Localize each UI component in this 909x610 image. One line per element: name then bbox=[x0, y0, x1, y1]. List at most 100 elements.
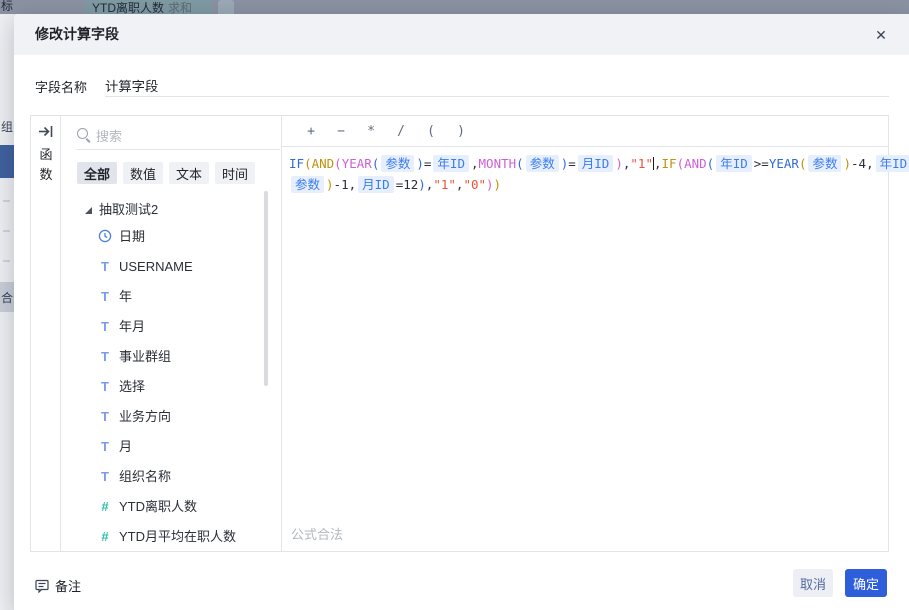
tab-数值[interactable]: 数值 bbox=[123, 162, 164, 184]
field-token: 参数 bbox=[525, 155, 559, 172]
formula-token: >= bbox=[753, 156, 769, 171]
tree-node-dataset[interactable]: 抽取测试2 bbox=[85, 198, 158, 222]
tab-时间[interactable]: 时间 bbox=[215, 162, 256, 184]
tab-全部[interactable]: 全部 bbox=[77, 162, 118, 184]
formula-token: =12 bbox=[395, 177, 419, 192]
formula-token: "1" bbox=[630, 156, 653, 171]
text-field-icon: T bbox=[101, 469, 109, 484]
operator-button[interactable]: + bbox=[301, 116, 321, 147]
background-hover-row: 合 bbox=[0, 282, 14, 312]
note-link[interactable]: 备注 bbox=[35, 576, 81, 595]
search-placeholder: 搜索 bbox=[96, 129, 123, 144]
formula-token: , bbox=[653, 156, 662, 171]
screen: 标 YTD离职人数 求和 组 合 修改计算字段 ✕ 字段名称 计算字段 函 数 … bbox=[0, 0, 909, 610]
close-icon[interactable]: ✕ bbox=[872, 26, 890, 44]
formula-token: MONTH bbox=[478, 156, 517, 171]
note-icon bbox=[35, 579, 49, 594]
field-label: YTD离职人数 bbox=[119, 499, 198, 514]
field-item[interactable]: T 组织名称 bbox=[97, 462, 171, 492]
field-label: 选择 bbox=[119, 379, 146, 394]
background-app-topbar: 标 YTD离职人数 求和 bbox=[0, 0, 909, 14]
text-field-icon: T bbox=[101, 409, 109, 424]
dialog-title: 修改计算字段 bbox=[35, 26, 119, 42]
formula-token: ) bbox=[615, 156, 623, 171]
editor-panel: 函 数 搜索 全部 数值 文本 时间 抽取测试2 日期 T USERNAME T 年 T 年月 T 事… bbox=[30, 115, 909, 552]
date-field-icon bbox=[97, 222, 113, 252]
background-row-stub bbox=[3, 200, 10, 202]
background-partial-text: 合 bbox=[1, 291, 14, 305]
formula-token: -4, bbox=[851, 156, 874, 171]
list-scrollbar[interactable] bbox=[264, 191, 268, 386]
formula-token: ) bbox=[843, 156, 852, 171]
text-field-icon: T bbox=[101, 289, 109, 304]
expand-panel-icon[interactable] bbox=[38, 124, 54, 139]
field-item[interactable]: T月 bbox=[97, 432, 132, 462]
field-item[interactable]: T USERNAME bbox=[97, 252, 193, 282]
field-label: 年月 bbox=[119, 319, 146, 334]
formula-token: ) bbox=[326, 177, 334, 192]
search-box[interactable]: 搜索 bbox=[77, 126, 280, 150]
formula-token: IF bbox=[661, 156, 677, 171]
measure-pill-stub bbox=[218, 0, 234, 14]
field-token: 年ID bbox=[716, 155, 752, 172]
measure-pill-aggregation: 求和 bbox=[168, 1, 193, 14]
field-token: 年ID bbox=[433, 155, 469, 172]
text-field-icon: T bbox=[101, 349, 109, 364]
formula-editor[interactable]: IF(AND(YEAR(参数)= 年ID ,MONTH(参数)= 月ID),"1",I… bbox=[289, 153, 909, 521]
field-name-row: 字段名称 bbox=[35, 74, 889, 98]
field-item[interactable]: T 业务方向 bbox=[97, 402, 171, 432]
formula-token: ( bbox=[676, 156, 685, 171]
background-row-stub bbox=[3, 260, 10, 262]
field-item[interactable]: T 事业群组 bbox=[97, 342, 171, 372]
formula-token: ( bbox=[371, 156, 380, 171]
dialog-footer: 备注 取消 确定 bbox=[14, 552, 909, 610]
measure-pill-ytd-leavers: YTD离职人数 求和 bbox=[85, 0, 212, 14]
dataset-name: 抽取测试2 bbox=[99, 202, 159, 217]
field-item[interactable]: T 选择 bbox=[97, 372, 145, 402]
formula-token: = bbox=[568, 156, 576, 171]
field-token: 年ID bbox=[875, 155, 909, 172]
formula-token: ) bbox=[418, 177, 426, 192]
text-field-icon: T bbox=[101, 379, 109, 394]
field-token: 参数 bbox=[381, 155, 415, 172]
function-rail[interactable]: 函 数 bbox=[31, 116, 61, 551]
field-item[interactable]: # YTD月平均在职人数 bbox=[97, 522, 236, 551]
field-label: 组织名称 bbox=[119, 469, 172, 484]
field-token: 参数 bbox=[291, 176, 325, 193]
formula-token: ( bbox=[304, 156, 312, 171]
formula-token: "1" bbox=[433, 177, 456, 192]
background-left-panel: 组 合 bbox=[0, 14, 14, 610]
formula-line: 参数)-1, 月ID =12),"1","0")) bbox=[289, 174, 882, 195]
operator-button[interactable]: ( bbox=[421, 116, 441, 147]
formula-token: = bbox=[423, 156, 432, 171]
confirm-button[interactable]: 确定 bbox=[845, 569, 887, 597]
tab-文本[interactable]: 文本 bbox=[169, 162, 210, 184]
field-label: 业务方向 bbox=[119, 409, 172, 424]
formula-token: , bbox=[470, 156, 479, 171]
field-label: 日期 bbox=[119, 229, 146, 244]
text-field-icon: T bbox=[101, 319, 109, 334]
field-item[interactable]: T 年月 bbox=[97, 312, 145, 342]
formula-pane: + − * /() IF(AND(YEAR(参数)= 年ID ,MONTH(参数)= 月ID… bbox=[282, 116, 909, 551]
field-label: 月 bbox=[119, 439, 133, 454]
background-partial-text: 标 bbox=[1, 0, 14, 13]
field-item[interactable]: 日期 bbox=[97, 222, 145, 252]
note-label: 备注 bbox=[55, 579, 82, 594]
field-label: YTD月平均在职人数 bbox=[119, 529, 237, 544]
field-item[interactable]: T年 bbox=[97, 282, 132, 312]
field-item[interactable]: # YTD离职人数 bbox=[97, 492, 197, 522]
search-icon bbox=[77, 128, 88, 139]
formula-line: IF(AND(YEAR(参数)= 年ID ,MONTH(参数)= 月ID),"1",I… bbox=[289, 153, 909, 174]
formula-token: ) bbox=[486, 177, 494, 192]
operator-button[interactable]: / bbox=[391, 116, 411, 147]
operator-button[interactable]: ) bbox=[451, 116, 471, 147]
field-name-input[interactable] bbox=[105, 74, 889, 97]
cancel-button[interactable]: 取消 bbox=[793, 569, 833, 597]
rail-label-char: 数 bbox=[39, 167, 53, 182]
formula-token: AND bbox=[684, 156, 707, 171]
formula-token: ( bbox=[334, 156, 342, 171]
operator-button[interactable]: − bbox=[331, 116, 351, 147]
field-tree: 抽取测试2 日期 T USERNAME T 年 T 年月 T 事业群组 T 选择 T 业务方向 T 月 T 组织… bbox=[61, 198, 281, 551]
field-token: 月ID bbox=[577, 155, 614, 172]
operator-button[interactable]: * bbox=[361, 116, 381, 147]
